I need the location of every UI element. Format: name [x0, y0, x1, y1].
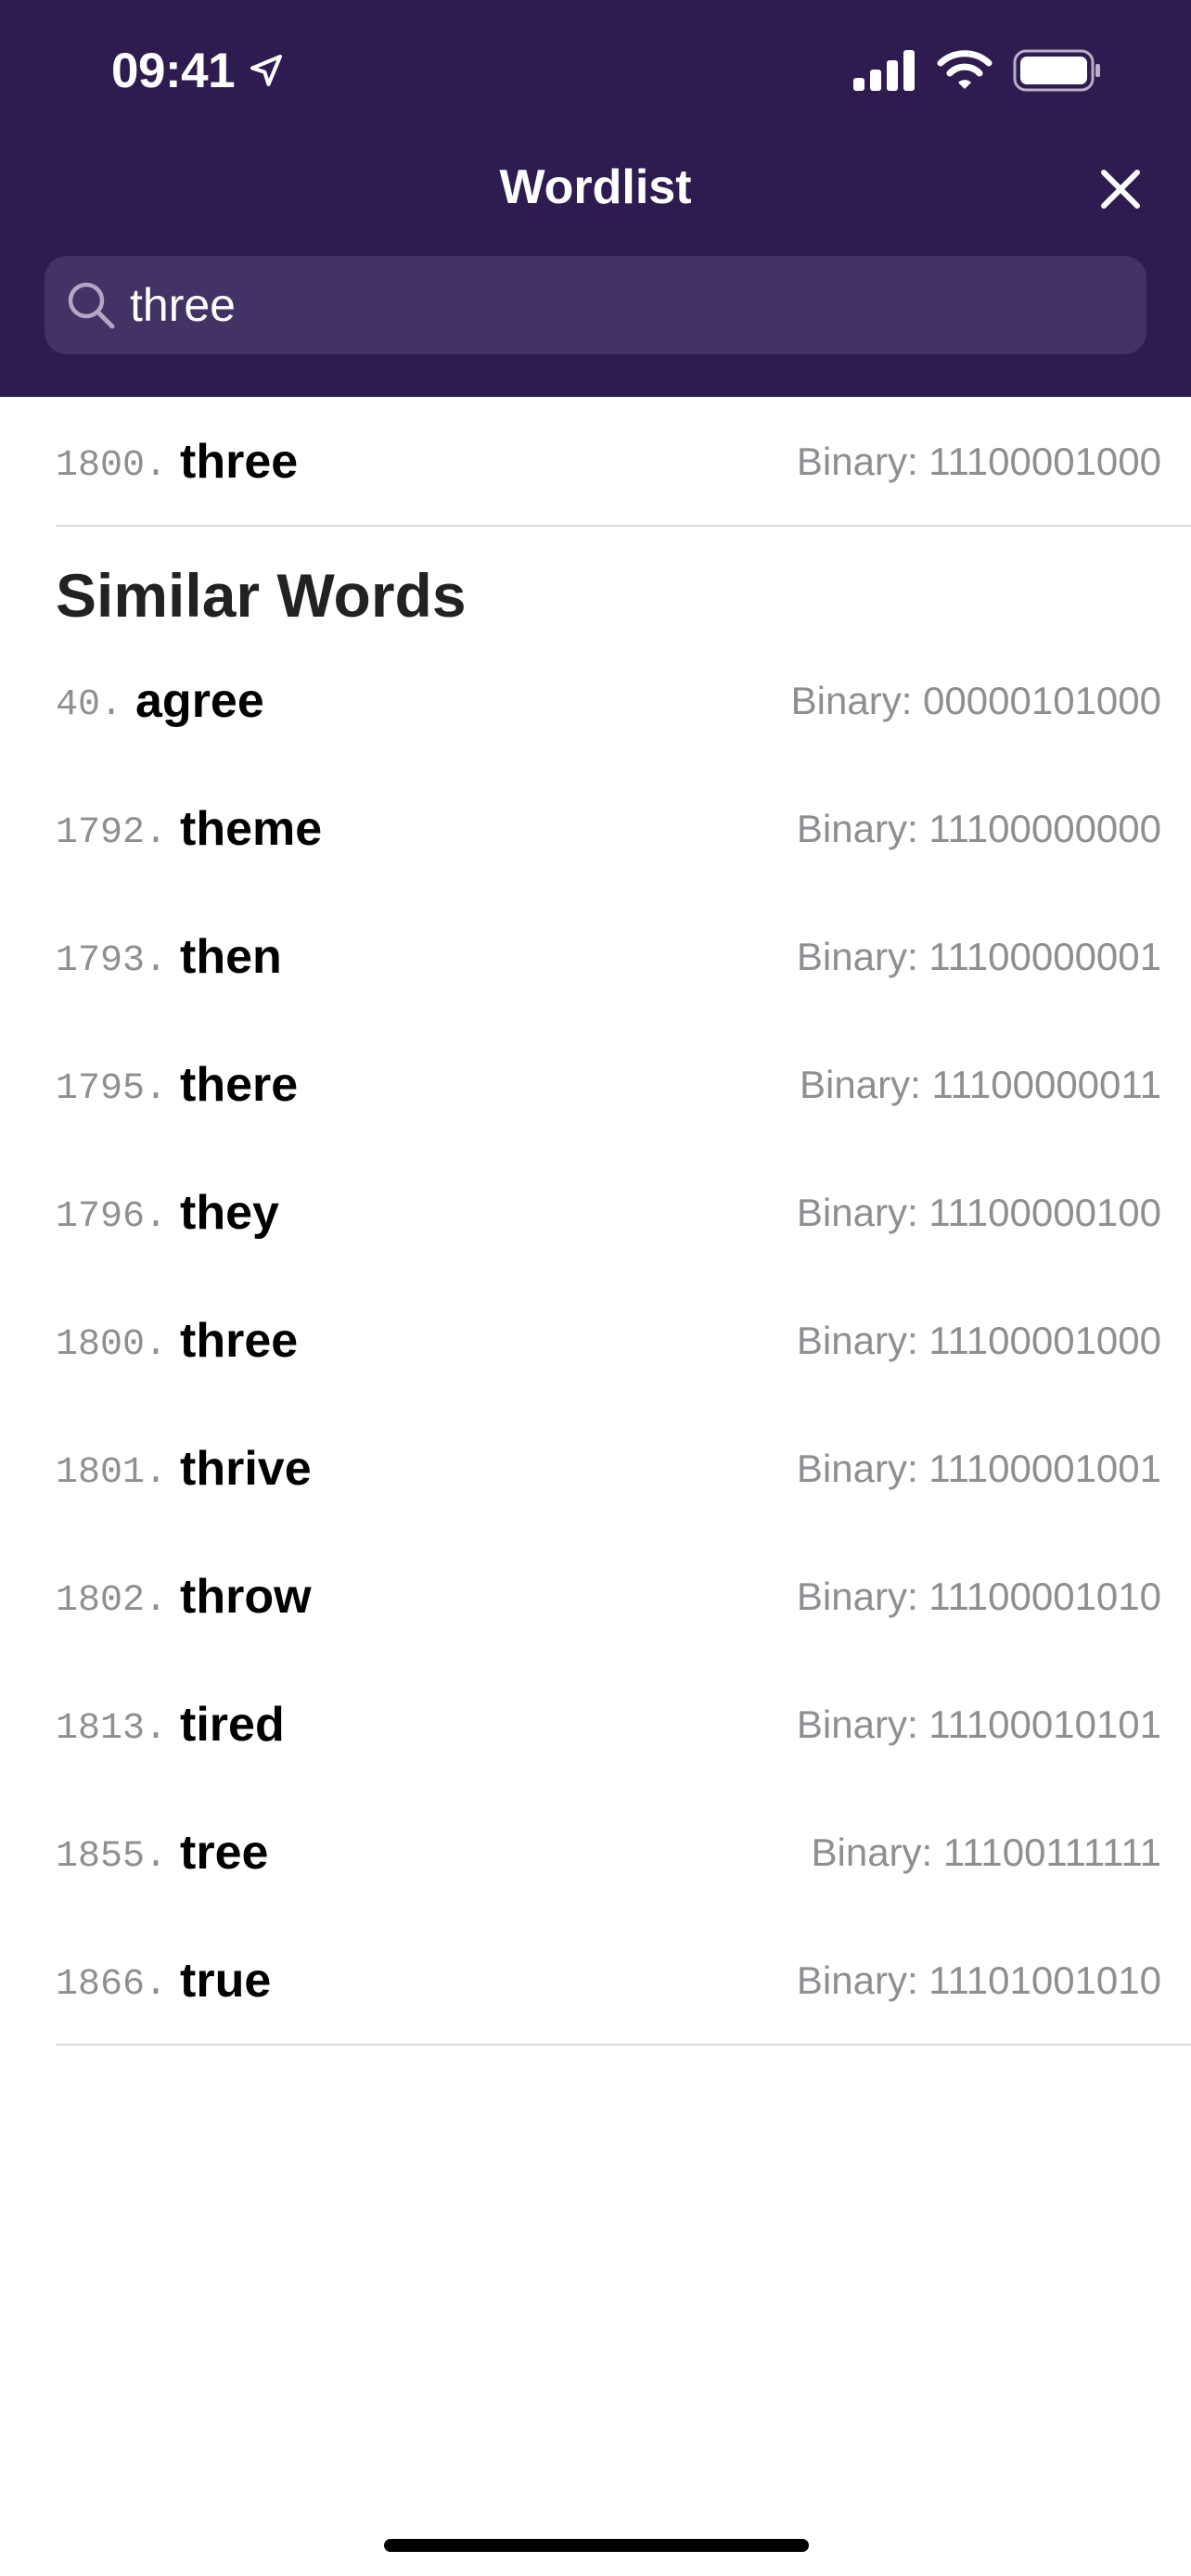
time-label: 09:41 — [111, 43, 236, 98]
list-item[interactable]: 1801. thrive Binary: 11100001001 — [56, 1432, 1161, 1506]
binary-value: Binary: 00000101000 — [790, 679, 1161, 722]
binary-value: Binary: 11100000100 — [796, 1191, 1161, 1234]
word-index: 1801. — [56, 1451, 168, 1494]
list-item[interactable]: 1813. tired Binary: 11100010101 — [56, 1688, 1161, 1762]
location-arrow-icon — [250, 55, 283, 86]
search-icon — [63, 277, 119, 333]
word-label: tree — [180, 1826, 269, 1880]
battery-icon — [1013, 49, 1100, 92]
word-index: 1795. — [56, 1067, 168, 1110]
binary-value: Binary: 11100000011 — [800, 1063, 1161, 1106]
word-index: 1792. — [56, 811, 168, 854]
word-label: three — [180, 1314, 299, 1368]
status-bar-time: 09:41 — [111, 41, 285, 100]
word-index: 1866. — [56, 1963, 168, 2006]
word-index: 1796. — [56, 1195, 168, 1238]
list-item[interactable]: 1866. true Binary: 11101001010 — [56, 1944, 1161, 2018]
word-label: theme — [180, 802, 323, 856]
binary-value: Binary: 11100001001 — [796, 1447, 1161, 1490]
home-indicator — [384, 2539, 809, 2552]
close-button[interactable] — [1095, 163, 1146, 215]
divider — [56, 525, 1191, 527]
binary-value: Binary: 11100001010 — [796, 1575, 1161, 1618]
word-index: 1800. — [56, 444, 168, 487]
list-item[interactable]: 1793. then Binary: 11100000001 — [56, 920, 1161, 994]
word-label: agree — [135, 674, 264, 728]
binary-value: Binary: 11100111111 — [811, 1830, 1161, 1874]
word-index: 1800. — [56, 1323, 168, 1366]
header: 09:41 Wordlist — [0, 0, 1191, 397]
binary-value: Binary: 11100010101 — [796, 1702, 1161, 1746]
list-item[interactable]: 1855. tree Binary: 11100111111 — [56, 1816, 1161, 1890]
binary-value: Binary: 11100000000 — [796, 807, 1161, 850]
word-index: 1802. — [56, 1579, 168, 1622]
list-item[interactable]: 40. agree Binary: 00000101000 — [56, 664, 1161, 738]
search-bar[interactable] — [45, 256, 1146, 354]
binary-value: Binary: 11100000001 — [796, 935, 1161, 978]
list-item[interactable]: 1796. they Binary: 11100000100 — [56, 1176, 1161, 1250]
word-label: there — [180, 1058, 299, 1112]
divider — [56, 2044, 1191, 2046]
list-item[interactable]: 1792. theme Binary: 11100000000 — [56, 792, 1161, 866]
word-label: tired — [180, 1698, 285, 1752]
word-label: throw — [180, 1570, 312, 1624]
list-item[interactable]: 1795. there Binary: 11100000011 — [56, 1048, 1161, 1122]
search-input[interactable] — [130, 278, 1104, 332]
binary-value: Binary: 11100001000 — [796, 440, 1161, 483]
binary-value: Binary: 11101001010 — [796, 1958, 1161, 2002]
page-title: Wordlist — [499, 160, 692, 214]
cellular-signal-icon — [853, 50, 915, 91]
word-label: true — [180, 1954, 272, 2008]
section-title-similar-words: Similar Words — [56, 561, 467, 630]
wifi-icon — [937, 50, 992, 89]
status-icons — [853, 46, 1102, 95]
result-row[interactable]: 1800. three Binary: 11100001000 — [56, 425, 1161, 499]
word-index: 40. — [56, 683, 123, 726]
word-index: 1793. — [56, 939, 168, 982]
word-index: 1855. — [56, 1835, 168, 1878]
binary-value: Binary: 11100001000 — [796, 1319, 1161, 1362]
list-item[interactable]: 1800. three Binary: 11100001000 — [56, 1304, 1161, 1378]
list-item[interactable]: 1802. throw Binary: 11100001010 — [56, 1560, 1161, 1634]
word-label: thrive — [180, 1442, 312, 1496]
word-label: three — [180, 435, 299, 489]
word-label: then — [180, 930, 282, 984]
word-label: they — [180, 1186, 279, 1240]
word-index: 1813. — [56, 1707, 168, 1750]
close-icon — [1101, 170, 1140, 209]
